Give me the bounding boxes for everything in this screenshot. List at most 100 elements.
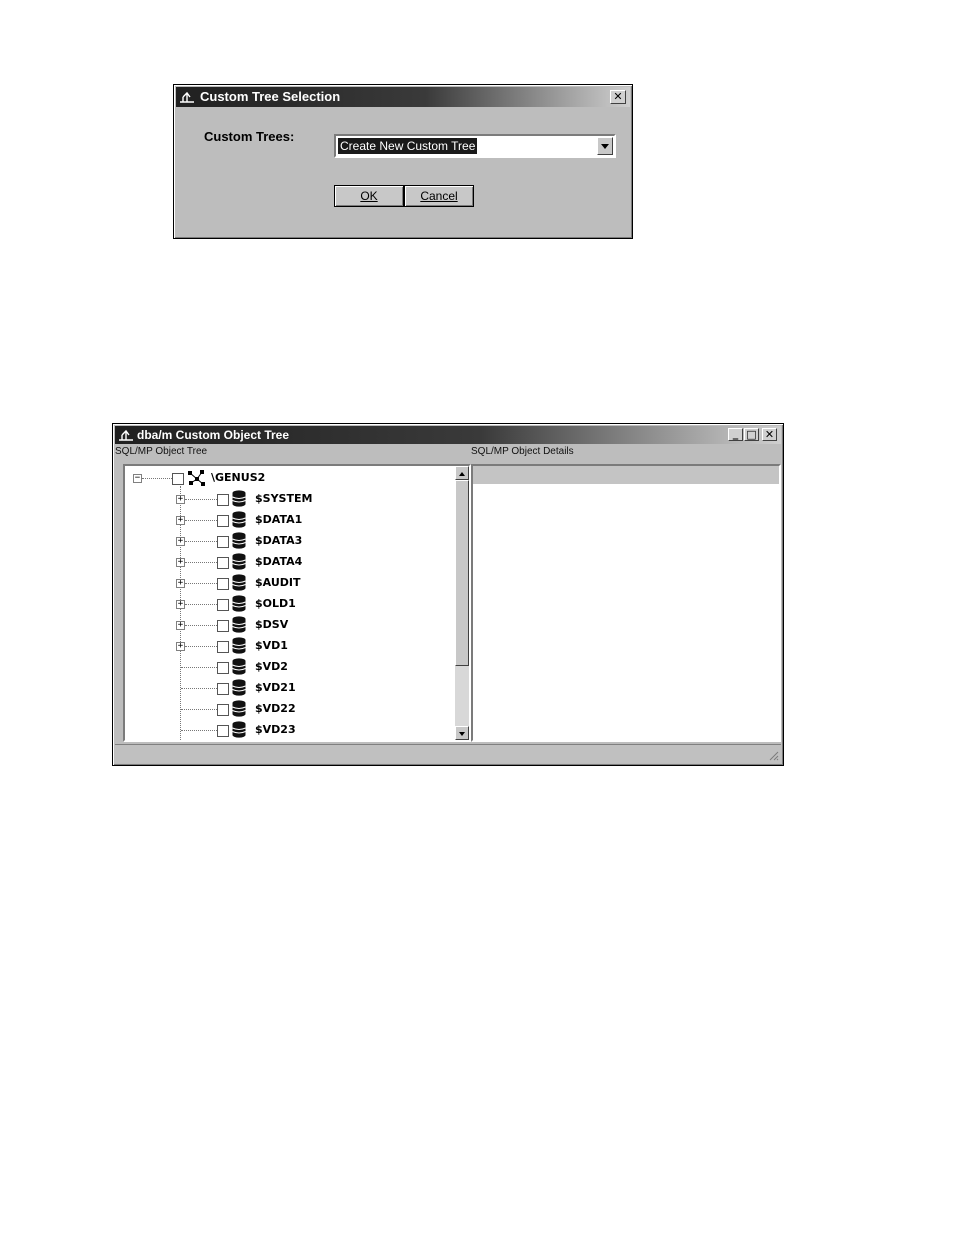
maximize-icon[interactable]: □ (744, 428, 759, 441)
tree-connector-line (181, 730, 217, 731)
ok-button-label: OK (360, 189, 378, 203)
tree-connector-line (181, 688, 217, 689)
tree-checkbox[interactable] (217, 536, 229, 548)
scroll-up-button[interactable] (455, 466, 469, 480)
minimize-icon[interactable]: _ (728, 428, 743, 441)
scroll-down-button[interactable] (455, 726, 469, 740)
disk-volume-icon (232, 532, 246, 549)
tree-node[interactable]: + $DSV (125, 615, 455, 636)
dialog-title: Custom Tree Selection (200, 89, 341, 104)
object-details-pane[interactable] (471, 464, 781, 742)
tree-node[interactable]: + $VD1 (125, 636, 455, 657)
dialog-title-bar[interactable]: Custom Tree Selection ✕ (176, 87, 630, 107)
dropdown-button[interactable] (597, 137, 613, 155)
expand-icon[interactable]: + (176, 579, 185, 588)
cancel-button-label: Cancel (420, 189, 458, 203)
tree-node[interactable]: + $OLD1 (125, 594, 455, 615)
tree-checkbox[interactable] (217, 620, 229, 632)
tree-node[interactable]: $VD23 (125, 720, 455, 740)
disk-volume-icon (232, 679, 246, 696)
disk-volume-icon (232, 616, 246, 633)
tree-node-root[interactable]: − \GENUS2 (125, 468, 455, 489)
tree-node-label: $OLD1 (255, 597, 296, 610)
custom-trees-combobox[interactable]: Create New Custom Tree (334, 134, 616, 158)
tree-node[interactable]: + $DATA4 (125, 552, 455, 573)
disk-volume-icon (232, 574, 246, 591)
scroll-thumb[interactable] (455, 480, 469, 666)
app-icon (180, 91, 194, 103)
tree-node-label: $VD21 (255, 681, 296, 694)
tree-checkbox[interactable] (217, 704, 229, 716)
expand-icon[interactable]: + (176, 558, 185, 567)
status-bar (115, 744, 781, 763)
tree-connector-line (185, 604, 217, 605)
tree-node[interactable]: + $DATA1 (125, 510, 455, 531)
custom-trees-selected-value: Create New Custom Tree (338, 138, 478, 154)
tree-node-label: $AUDIT (255, 576, 301, 589)
tree-checkbox[interactable] (217, 578, 229, 590)
tree-connector-line (181, 709, 217, 710)
arrow-down-icon (459, 732, 465, 736)
tree-checkbox[interactable] (217, 494, 229, 506)
resize-grip-icon[interactable] (767, 749, 779, 761)
expand-icon[interactable]: + (176, 600, 185, 609)
expand-icon[interactable]: + (176, 621, 185, 630)
tree-connector-line (185, 646, 217, 647)
tree-checkbox[interactable] (217, 599, 229, 611)
object-tree: − \GENUS2 + $SYSTEM + $DATA1 + $DATA3 + $DATA4 +… (125, 466, 455, 740)
tree-node-label: $VD2 (255, 660, 288, 673)
tree-checkbox[interactable] (217, 662, 229, 674)
tree-connector-line (185, 499, 217, 500)
right-pane-label: SQL/MP Object Details (471, 446, 574, 457)
tree-connector-line (185, 562, 217, 563)
tree-connector-line (185, 541, 217, 542)
tree-node-label: $DATA3 (255, 534, 303, 547)
ok-button[interactable]: OK (334, 185, 404, 207)
tree-checkbox-root[interactable] (172, 473, 184, 485)
tree-node-label: $VD1 (255, 639, 288, 652)
tree-node[interactable]: + $DATA3 (125, 531, 455, 552)
app-icon (119, 429, 133, 441)
chevron-down-icon (601, 144, 609, 149)
details-header-bar (473, 466, 779, 484)
tree-node-label: $VD23 (255, 723, 296, 736)
custom-tree-selection-dialog: Custom Tree Selection ✕ Custom Trees: Cr… (173, 84, 633, 239)
close-icon[interactable]: ✕ (762, 428, 777, 441)
tree-checkbox[interactable] (217, 683, 229, 695)
network-node-icon (188, 470, 205, 486)
tree-connector-line (185, 583, 217, 584)
expand-icon[interactable]: + (176, 642, 185, 651)
tree-connector-line (185, 625, 217, 626)
object-tree-pane[interactable]: − \GENUS2 + $SYSTEM + $DATA1 + $DATA3 + $DATA4 +… (123, 464, 471, 742)
expand-icon[interactable]: + (176, 537, 185, 546)
disk-volume-icon (232, 658, 246, 675)
tree-checkbox[interactable] (217, 557, 229, 569)
tree-node[interactable]: + $AUDIT (125, 573, 455, 594)
cancel-button[interactable]: Cancel (404, 185, 474, 207)
tree-window-title: dba/m Custom Object Tree (137, 428, 290, 442)
expand-icon[interactable]: + (176, 516, 185, 525)
custom-object-tree-window: dba/m Custom Object Tree _ □ ✕ SQL/MP Ob… (112, 423, 784, 766)
collapse-icon[interactable]: − (133, 474, 142, 483)
disk-volume-icon (232, 511, 246, 528)
tree-checkbox[interactable] (217, 641, 229, 653)
tree-node[interactable]: $VD2 (125, 657, 455, 678)
tree-checkbox[interactable] (217, 725, 229, 737)
tree-node-label: $SYSTEM (255, 492, 313, 505)
custom-trees-label: Custom Trees: (204, 129, 295, 144)
disk-volume-icon (232, 700, 246, 717)
tree-window-title-bar[interactable]: dba/m Custom Object Tree _ □ ✕ (115, 426, 781, 444)
tree-node-label: $VD22 (255, 702, 296, 715)
tree-vertical-scrollbar[interactable] (455, 466, 469, 740)
tree-node[interactable]: $VD22 (125, 699, 455, 720)
arrow-up-icon (459, 472, 465, 476)
tree-checkbox[interactable] (217, 515, 229, 527)
tree-node[interactable]: + $SYSTEM (125, 489, 455, 510)
close-icon[interactable]: ✕ (610, 90, 626, 104)
expand-icon[interactable]: + (176, 495, 185, 504)
tree-node-label: $DSV (255, 618, 289, 631)
tree-node[interactable]: $VD21 (125, 678, 455, 699)
left-pane-label: SQL/MP Object Tree (115, 446, 208, 457)
tree-node-label: $DATA1 (255, 513, 303, 526)
tree-node-label: \GENUS2 (211, 471, 266, 484)
